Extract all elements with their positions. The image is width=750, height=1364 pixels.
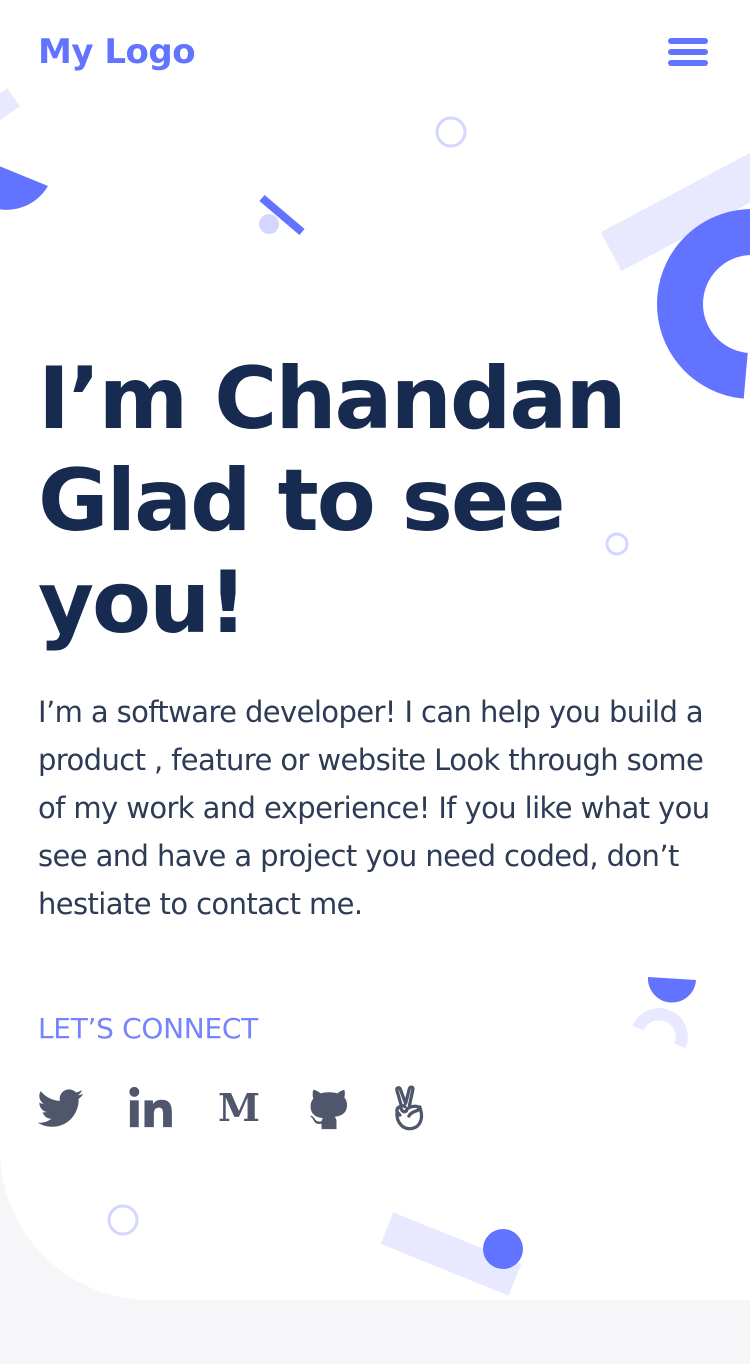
deco-half-disc-left <box>0 166 48 210</box>
medium-icon[interactable]: M <box>216 1085 262 1131</box>
lets-connect-link[interactable]: LET’S CONNECT <box>38 1012 258 1045</box>
deco-ring-top <box>435 116 467 148</box>
github-icon[interactable] <box>306 1085 352 1131</box>
twitter-icon[interactable] <box>38 1085 84 1131</box>
hero-headline: I’m Chandan Glad to see you! <box>38 348 718 654</box>
deco-half-disc-right <box>647 977 696 1003</box>
headline-line-3: you! <box>38 553 248 653</box>
header: My Logo <box>38 24 712 80</box>
deco-dot-small <box>259 214 279 234</box>
deco-ring-bottom <box>107 1204 139 1236</box>
linkedin-icon[interactable] <box>128 1085 174 1131</box>
intro-paragraph: I’m a software developer! I can help you… <box>38 695 710 921</box>
hamburger-menu-icon[interactable] <box>668 38 708 68</box>
deco-arc-right <box>632 1008 688 1049</box>
logo[interactable]: My Logo <box>38 32 196 72</box>
hero-section: My Logo I’m Chandan Glad to see you! I’m… <box>0 0 750 1300</box>
medium-glyph: M <box>217 1085 261 1130</box>
angellist-icon[interactable] <box>388 1085 434 1131</box>
deco-dot-bottom <box>483 1229 523 1269</box>
deco-bar-top-left <box>0 88 20 134</box>
headline-line-1: I’m Chandan <box>38 349 627 449</box>
headline-line-2: Glad to see <box>38 451 566 551</box>
